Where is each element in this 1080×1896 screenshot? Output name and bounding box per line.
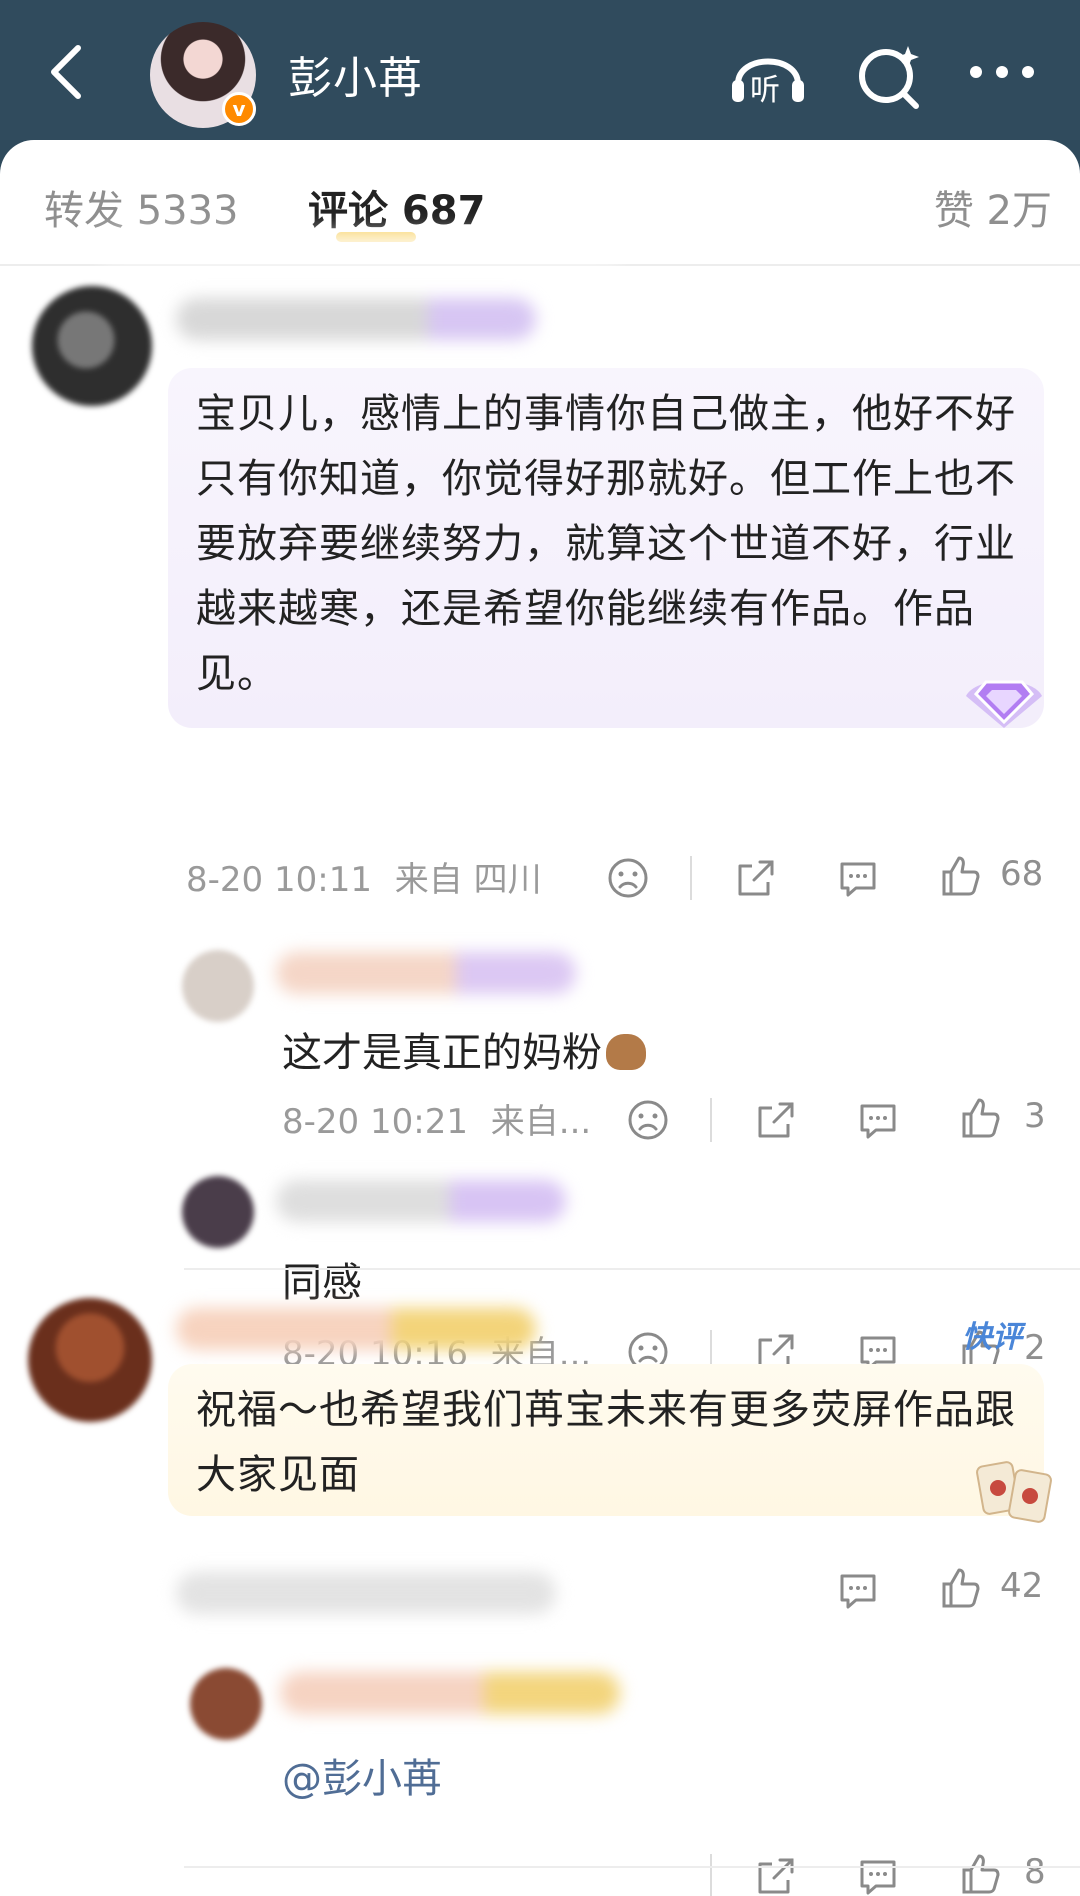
- share-icon[interactable]: [752, 1096, 800, 1144]
- comment-time: 8-20 10:11: [186, 860, 372, 900]
- comment-icon[interactable]: [834, 1566, 882, 1614]
- reply-location: 来自...: [490, 1102, 592, 1142]
- reply-text: 同感: [282, 1260, 362, 1306]
- share-icon[interactable]: [732, 854, 780, 902]
- reply-meta: 8-20 10:21 来自...: [282, 1094, 591, 1143]
- comment-bubble: 祝福～也希望我们苒宝未来有更多荧屏作品跟大家见面: [168, 1364, 1052, 1523]
- replier-name-redacted: [280, 1672, 620, 1714]
- comment-location: 来自 四川: [394, 860, 542, 900]
- search-icon[interactable]: [850, 40, 930, 110]
- page-title[interactable]: 彭小苒: [288, 42, 423, 106]
- diamond-badge-icon: [966, 680, 1042, 728]
- replier-avatar[interactable]: [182, 950, 254, 1022]
- action-separator: [710, 1854, 712, 1896]
- comment-text: 宝贝儿，感情上的事情你自己做主，他好不好只有你知道，你觉得好那就好。但工作上也不…: [196, 391, 1016, 697]
- comment-bubble: 宝贝儿，感情上的事情你自己做主，他好不好只有你知道，你觉得好那就好。但工作上也不…: [168, 368, 1044, 728]
- verified-badge: v: [222, 92, 256, 126]
- dislike-icon[interactable]: [604, 854, 652, 902]
- like-icon[interactable]: [956, 1094, 1004, 1142]
- redacted-area: [100, 234, 620, 262]
- replier-avatar[interactable]: [182, 1176, 254, 1248]
- comment-divider: [184, 1866, 1080, 1868]
- action-separator: [710, 1098, 712, 1142]
- more-icon[interactable]: [962, 40, 1042, 110]
- comment-icon[interactable]: [854, 1852, 902, 1896]
- capybara-emoji-icon: [606, 1034, 646, 1070]
- comment-meta: 8-20 10:11 来自 四川: [186, 852, 542, 901]
- action-separator: [690, 856, 692, 900]
- quick-comment-badge: 快评: [962, 1320, 1022, 1355]
- like-count: 68: [1000, 854, 1044, 894]
- replier-avatar[interactable]: [190, 1668, 262, 1740]
- comment-text: 祝福～也希望我们苒宝未来有更多荧屏作品跟大家见面: [196, 1387, 1016, 1498]
- mahjong-badge-icon: [976, 1461, 1052, 1523]
- reply-text: 这才是真正的妈粉: [282, 1020, 646, 1078]
- tab-like[interactable]: 赞 2万: [934, 178, 1052, 236]
- like-icon[interactable]: [956, 1850, 1004, 1896]
- commenter-name-redacted: [176, 298, 536, 340]
- comment-divider: [184, 1268, 1080, 1270]
- replier-name-redacted: [276, 952, 576, 994]
- comments-panel: 转发 5333 评论 687 赞 2万 宝贝儿，感情上的事情你自己做主，他好不好…: [0, 140, 1080, 1896]
- tab-bar: 转发 5333 评论 687 赞 2万: [0, 140, 1080, 266]
- comment-icon[interactable]: [834, 854, 882, 902]
- share-icon[interactable]: [752, 1852, 800, 1896]
- like-icon[interactable]: [936, 1564, 984, 1612]
- dislike-icon[interactable]: [624, 1096, 672, 1144]
- reply-time: 8-20 10:21: [282, 1102, 468, 1142]
- like-count: 42: [1000, 1566, 1044, 1606]
- replier-name-redacted: [276, 1180, 566, 1222]
- comment-icon[interactable]: [854, 1096, 902, 1144]
- comment-meta-redacted: [176, 1572, 556, 1614]
- commenter-avatar[interactable]: [32, 286, 152, 406]
- like-count: 2: [1024, 1328, 1046, 1368]
- listen-icon[interactable]: 听: [728, 40, 808, 110]
- like-icon[interactable]: [936, 852, 984, 900]
- svg-text:听: 听: [750, 73, 780, 108]
- commenter-avatar[interactable]: [28, 1298, 152, 1422]
- mention-link[interactable]: @彭小苒: [282, 1746, 442, 1804]
- tab-repost[interactable]: 转发 5333: [44, 178, 239, 236]
- like-count: 3: [1024, 1096, 1046, 1136]
- commenter-name-redacted: [176, 1308, 536, 1350]
- like-count: 8: [1024, 1852, 1046, 1892]
- tab-comment[interactable]: 评论 687: [308, 178, 485, 236]
- back-icon[interactable]: [38, 40, 102, 104]
- top-bar: v 彭小苒 听: [0, 0, 1080, 140]
